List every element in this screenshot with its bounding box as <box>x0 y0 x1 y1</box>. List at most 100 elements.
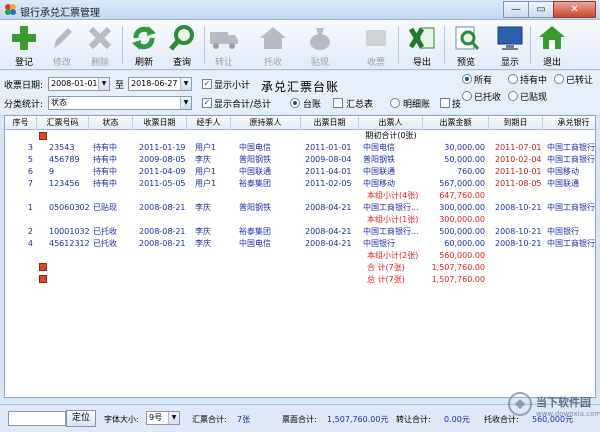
minimize-button[interactable]: — <box>503 1 529 18</box>
font-size-select[interactable]: 9号 ▼ <box>146 411 180 425</box>
close-button[interactable]: ✕ <box>553 1 596 18</box>
table-row[interactable]: 1 05060302 已贴现 2008-08-21 李庆 普阳钢铁 2008-0… <box>5 202 595 214</box>
refresh-button[interactable]: 刷新 <box>126 23 162 69</box>
cell-number: 10001032 <box>49 227 89 236</box>
status-transferred-radio[interactable] <box>554 74 564 84</box>
cell-status: 已托收 <box>93 227 117 236</box>
status-collected-radio[interactable] <box>462 91 472 101</box>
cell-issue-date: 2011-02-05 <box>305 179 352 188</box>
restore-button[interactable]: ▭ <box>528 1 554 18</box>
cell-orig-holder: 中国电信 <box>239 239 271 248</box>
ledger-grid[interactable]: 序号 汇票号码 状态 收票日期 经手人 原持票人 出票日期 出票人 出票金额 到… <box>4 115 596 398</box>
show-total-checkbox[interactable]: ✓ <box>202 98 212 108</box>
edit-button[interactable]: 修改 <box>44 23 80 69</box>
table-row[interactable]: 2 10001032 已托收 2008-08-21 李庆 裕泰集团 2008-0… <box>5 226 595 238</box>
delete-button[interactable]: 删除 <box>82 23 118 69</box>
query-label: 查询 <box>172 58 191 68</box>
locate-input[interactable] <box>8 411 66 426</box>
display-button[interactable]: 显示 <box>492 23 528 69</box>
show-total-label: 显示合计/总计 <box>214 100 272 110</box>
col-header-handler[interactable]: 经手人 <box>187 116 231 130</box>
view-detail-label: 明细账 <box>403 100 431 110</box>
group-marker-icon <box>39 132 47 140</box>
table-row[interactable]: 5 456789 持有中 2009-08-05 李庆 普阳钢铁 2009-08-… <box>5 154 595 166</box>
cell-issue-date: 2008-04-21 <box>305 239 352 248</box>
cell-issue-date: 2011-01-01 <box>305 143 352 152</box>
col-header-drawer[interactable]: 出票人 <box>359 116 423 130</box>
export-label: 导出 <box>412 58 431 68</box>
category-select[interactable]: 状态 ▼ <box>48 96 192 110</box>
monitor-icon <box>497 26 523 50</box>
summary-checkbox[interactable] <box>333 98 343 108</box>
discount-button[interactable]: 贴现 <box>302 23 338 69</box>
cell-bank: 中国工商银行 <box>547 155 595 164</box>
grand-total-row[interactable]: 总 计(7张) 1,507,760.00 <box>5 274 595 286</box>
receive-label: 收票 <box>366 58 385 68</box>
export-button[interactable]: 导出 <box>404 23 440 69</box>
register-button[interactable]: 登记 <box>6 23 42 69</box>
total-row[interactable]: 合 计(7张) 1,507,760.00 <box>5 262 595 274</box>
exit-icon <box>539 26 565 49</box>
status-transferred-label: 已转让 <box>566 76 594 86</box>
cell-no: 7 <box>27 179 33 188</box>
status-discounted-label: 已贴现 <box>520 93 548 103</box>
preview-button[interactable]: 预览 <box>448 23 484 69</box>
table-row[interactable]: 4 45612312 已托收 2008-08-21 李庆 中国电信 2008-0… <box>5 238 595 250</box>
col-header-bank[interactable]: 承兑银行 <box>543 116 595 130</box>
cell-recv-date: 2008-08-21 <box>139 239 186 248</box>
cell-bank: 中国联通 <box>547 179 579 188</box>
toolbar-separator <box>204 26 205 64</box>
fourth-checkbox[interactable] <box>440 98 450 108</box>
grid-header: 序号 汇票号码 状态 收票日期 经手人 原持票人 出票日期 出票人 出票金额 到… <box>5 116 595 130</box>
subtotal-row[interactable]: 本组小计(1张) 300,000.00 <box>5 214 595 226</box>
toolbar-separator <box>122 26 123 64</box>
opening-row[interactable]: 期初合计(0张) <box>5 130 595 142</box>
cell-number: 23543 <box>49 143 75 152</box>
col-header-orig-holder[interactable]: 原持票人 <box>231 116 301 130</box>
locate-button[interactable]: 定位 <box>66 410 96 427</box>
face-value: 1,507,760.00元 <box>327 415 389 424</box>
cell-orig-holder: 中国电信 <box>239 143 271 152</box>
col-header-amount[interactable]: 出票金额 <box>423 116 489 130</box>
cell-status: 已贴现 <box>93 203 117 212</box>
table-row[interactable]: 6 9 持有中 2011-04-09 用户1 中国联通 2011-04-01 中… <box>5 166 595 178</box>
table-row[interactable]: 3 23543 持有中 2011-01-19 用户1 中国电信 2011-01-… <box>5 142 595 154</box>
col-header-status[interactable]: 状态 <box>89 116 133 130</box>
category-value: 状态 <box>51 98 67 107</box>
transfer-button[interactable]: 转让 <box>206 23 242 69</box>
view-detail-radio[interactable] <box>390 98 400 108</box>
app-logo-icon <box>5 4 16 15</box>
opening-label: 期初合计(0张) <box>365 131 417 140</box>
cell-bank: 中国工商银行 <box>547 239 595 248</box>
category-label: 分类统计: <box>4 100 44 110</box>
col-header-due-date[interactable]: 到期日 <box>489 116 543 130</box>
subtotal-row[interactable]: 本组小计(4张) 647,760.00 <box>5 190 595 202</box>
cell-no: 3 <box>27 143 33 152</box>
col-header-no[interactable]: 序号 <box>5 116 37 130</box>
cell-drawer: 中国电信 <box>363 143 395 152</box>
status-holding-label: 持有中 <box>520 76 548 86</box>
status-holding-radio[interactable] <box>508 74 518 84</box>
transfer-label: 转让 <box>214 58 233 68</box>
cell-number: 45612312 <box>49 239 89 248</box>
transfer-value: 0.00元 <box>444 415 470 424</box>
col-header-issue-date[interactable]: 出票日期 <box>301 116 359 130</box>
status-discounted-radio[interactable] <box>508 91 518 101</box>
view-ledger-radio[interactable] <box>290 98 300 108</box>
exit-button[interactable]: 退出 <box>534 23 570 69</box>
table-row[interactable]: 7 123456 持有中 2011-05-05 用户1 裕泰集团 2011-02… <box>5 178 595 190</box>
subtotal-amount: 647,760.00 <box>439 191 485 200</box>
exit-label: 退出 <box>542 58 561 68</box>
edit-icon <box>54 28 72 48</box>
query-button[interactable]: 查询 <box>164 23 200 69</box>
cell-amount: 760.00 <box>457 167 485 176</box>
receive-button[interactable]: 收票 <box>358 23 394 69</box>
subtotal-row[interactable]: 本组小计(2张) 560,000.00 <box>5 250 595 262</box>
cell-due-date: 2010-02-04 <box>495 155 542 164</box>
col-header-number[interactable]: 汇票号码 <box>37 116 89 130</box>
collect-button[interactable]: 托收 <box>255 23 291 69</box>
col-header-recv-date[interactable]: 收票日期 <box>133 116 187 130</box>
status-all-radio[interactable] <box>462 74 472 84</box>
discount-label: 贴现 <box>310 58 329 68</box>
cell-bank: 中国银行 <box>547 227 579 236</box>
